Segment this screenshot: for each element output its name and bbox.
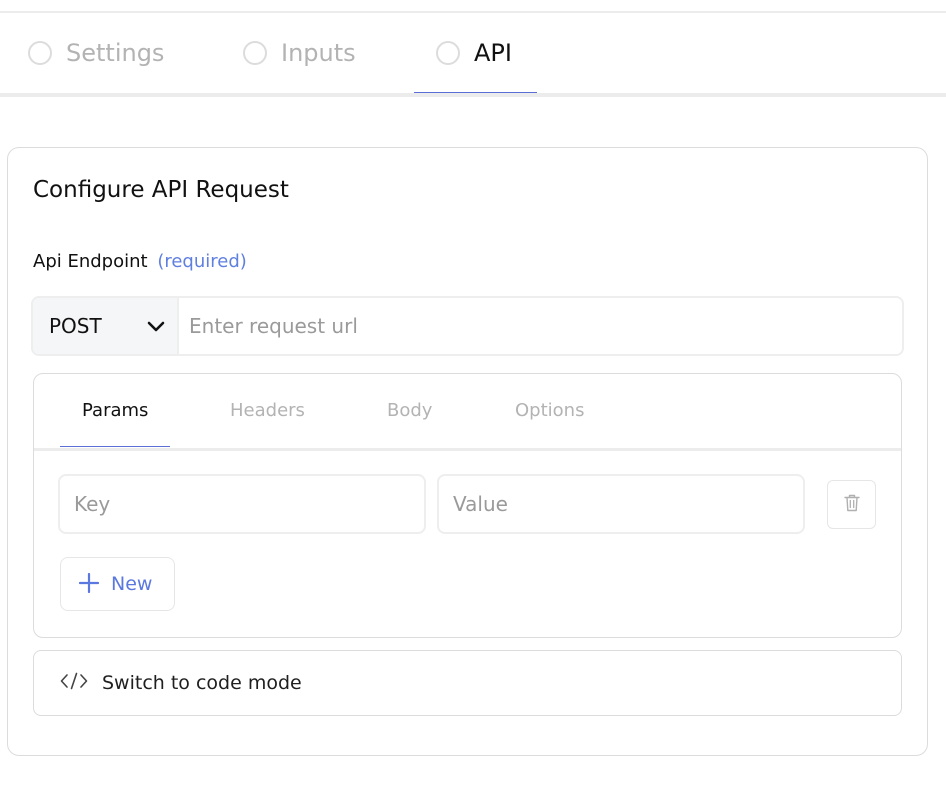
request-tabs-divider <box>34 448 901 451</box>
required-indicator: (required) <box>157 251 247 272</box>
active-tab-indicator <box>414 92 537 93</box>
param-key-input[interactable] <box>58 474 426 534</box>
endpoint-label-text: Api Endpoint <box>33 251 148 272</box>
card-title: Configure API Request <box>33 177 289 203</box>
tab-headers[interactable]: Headers <box>230 400 305 421</box>
param-value-input[interactable] <box>437 474 805 534</box>
method-value: POST <box>49 314 102 338</box>
tab-inputs-label: Inputs <box>281 39 356 67</box>
request-panel: Params Headers Body Options New <box>33 373 902 638</box>
tab-api[interactable]: API <box>436 13 512 93</box>
step-tabs: Settings Inputs API <box>0 13 946 93</box>
tab-inputs[interactable]: Inputs <box>243 13 356 93</box>
tab-settings[interactable]: Settings <box>28 13 164 93</box>
url-input[interactable] <box>179 298 902 354</box>
tab-api-label: API <box>474 39 512 67</box>
tab-settings-label: Settings <box>66 39 165 67</box>
tab-params[interactable]: Params <box>82 400 148 421</box>
request-tabs: Params Headers Body Options <box>34 374 901 451</box>
add-param-button[interactable]: New <box>60 557 175 611</box>
add-param-label: New <box>111 573 153 595</box>
plus-icon <box>78 570 100 598</box>
chevron-down-icon <box>147 314 165 338</box>
steps-divider <box>0 93 946 97</box>
delete-param-button[interactable] <box>827 480 876 529</box>
code-mode-label: Switch to code mode <box>102 672 302 694</box>
tab-options[interactable]: Options <box>515 400 584 421</box>
endpoint-label: Api Endpoint (required) <box>33 251 247 272</box>
switch-to-code-mode-button[interactable]: Switch to code mode <box>33 650 902 716</box>
active-request-tab-indicator <box>60 446 170 447</box>
endpoint-input-group: POST <box>31 296 904 356</box>
code-icon <box>60 672 88 694</box>
step-radio-icon <box>28 41 52 65</box>
tab-body[interactable]: Body <box>387 400 432 421</box>
trash-icon <box>843 494 860 516</box>
step-radio-icon <box>243 41 267 65</box>
method-select[interactable]: POST <box>33 298 179 354</box>
step-radio-icon <box>436 41 460 65</box>
